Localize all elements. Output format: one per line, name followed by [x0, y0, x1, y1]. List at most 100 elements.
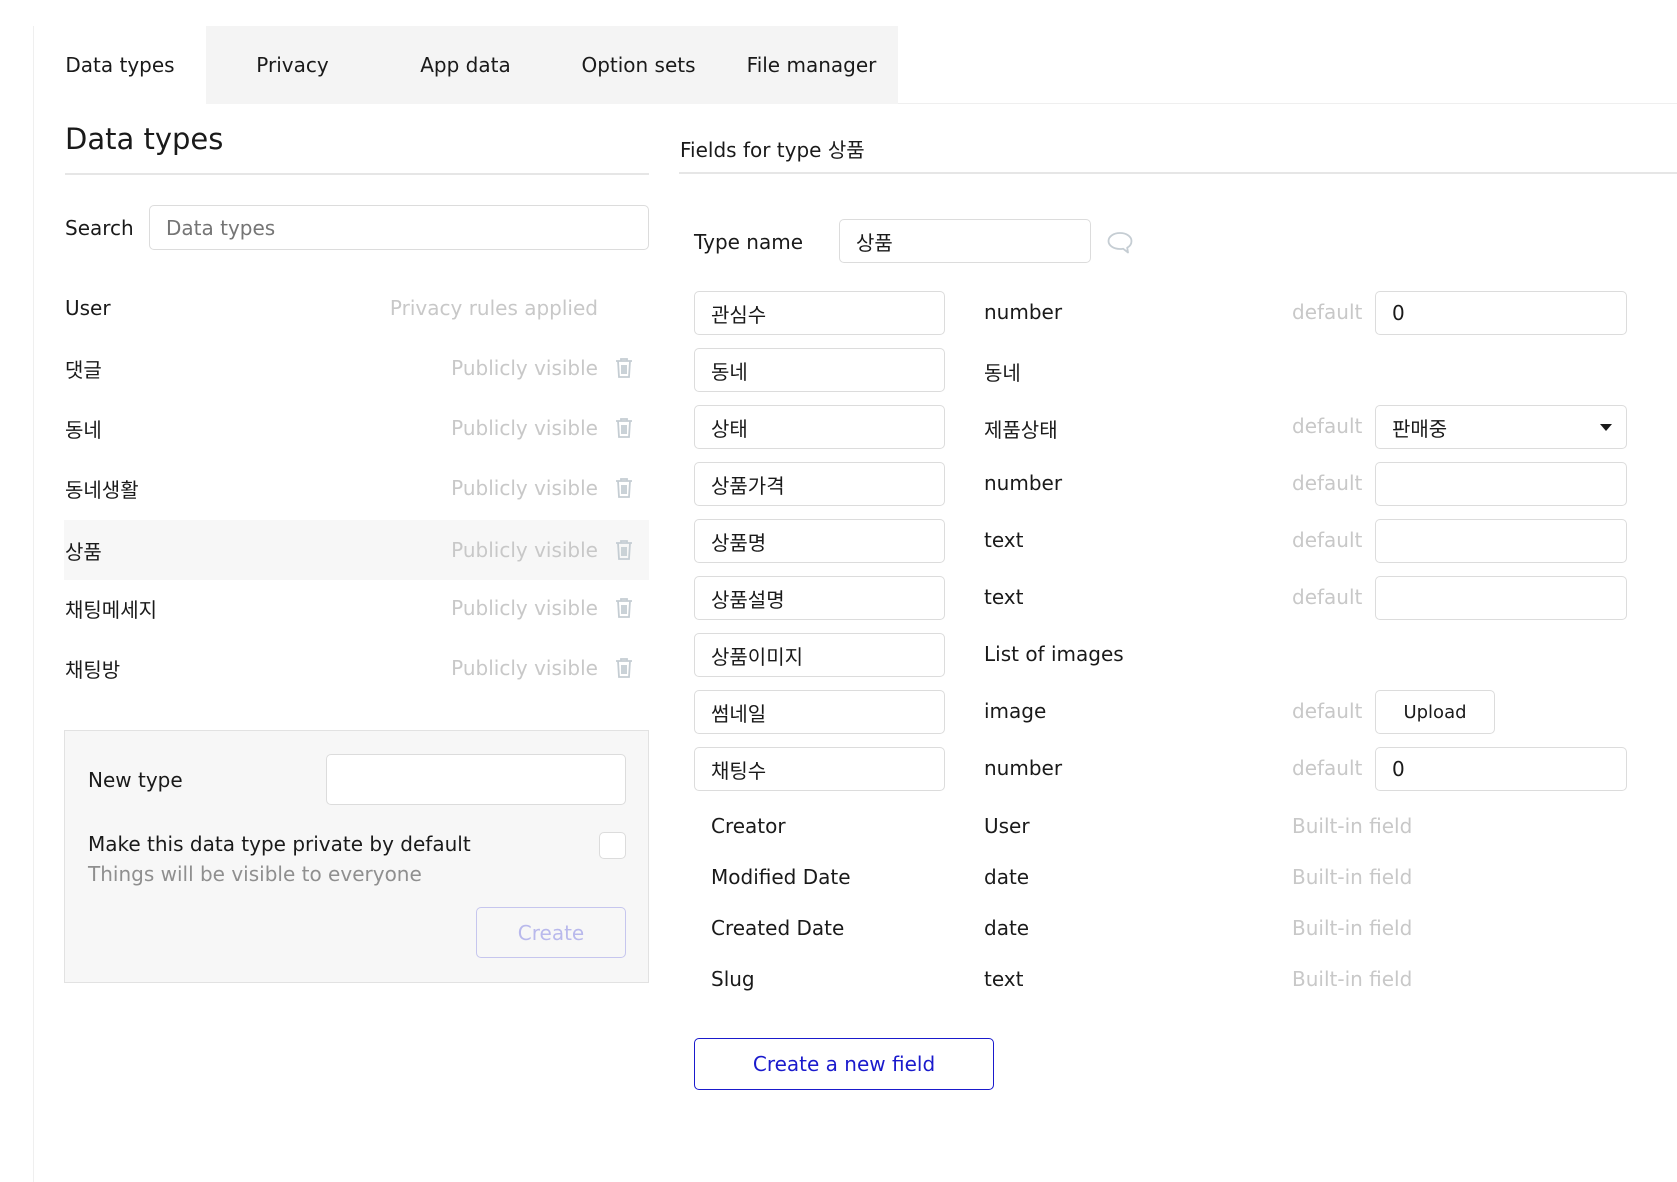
- panel-border: [33, 26, 34, 1182]
- private-default-checkbox[interactable]: [599, 832, 626, 859]
- default-label: default: [1292, 414, 1363, 438]
- field-type: image: [984, 699, 1047, 723]
- data-type-row-selected[interactable]: 상품 Publicly visible: [64, 520, 649, 580]
- field-name-input[interactable]: 상품가격: [694, 462, 945, 506]
- caret-down-icon: [1600, 424, 1612, 431]
- trash-icon[interactable]: [614, 597, 634, 619]
- builtin-field-name: Slug: [711, 967, 755, 991]
- private-default-label: Make this data type private by default: [88, 832, 471, 856]
- builtin-field-note: Built-in field: [1292, 967, 1413, 991]
- builtin-field-note: Built-in field: [1292, 814, 1413, 838]
- private-default-hint: Things will be visible to everyone: [88, 862, 422, 886]
- data-type-name: 상품: [65, 539, 102, 564]
- data-type-row[interactable]: 댓글 Publicly visible: [64, 338, 649, 398]
- data-type-row[interactable]: 동네 Publicly visible: [64, 398, 649, 458]
- new-type-input[interactable]: [326, 754, 626, 805]
- field-type: number: [984, 300, 1063, 324]
- title-divider: [65, 173, 649, 175]
- fields-title: Fields for type 상품: [680, 138, 865, 162]
- tab-label: Data types: [65, 53, 175, 77]
- builtin-field-type: User: [984, 814, 1030, 838]
- default-value-input[interactable]: 0: [1375, 747, 1627, 791]
- default-value-input[interactable]: [1375, 576, 1627, 620]
- data-type-row[interactable]: 채팅방 Publicly visible: [64, 638, 649, 698]
- builtin-field-type: date: [984, 916, 1030, 940]
- type-name-label: Type name: [694, 230, 804, 254]
- data-type-name: 동네생활: [65, 477, 139, 502]
- data-type-name: User: [65, 296, 111, 320]
- tab-option-sets[interactable]: Option sets: [552, 26, 725, 104]
- field-name: 썸네일: [711, 701, 767, 726]
- field-type: List of images: [984, 642, 1124, 666]
- fields-title-divider: [679, 172, 1677, 174]
- data-type-status: Publicly visible: [451, 416, 598, 440]
- data-type-status: Publicly visible: [451, 476, 598, 500]
- data-type-name: 채팅방: [65, 657, 121, 682]
- field-name-input[interactable]: 동네: [694, 348, 945, 392]
- tab-label: File manager: [746, 53, 877, 77]
- field-name: 채팅수: [711, 758, 767, 783]
- trash-icon[interactable]: [614, 417, 634, 439]
- data-type-status: Publicly visible: [451, 356, 598, 380]
- field-name-input[interactable]: 상품설명: [694, 576, 945, 620]
- tab-data-types[interactable]: Data types: [34, 26, 206, 104]
- field-name: 상품가격: [711, 473, 785, 498]
- default-label: default: [1292, 756, 1363, 780]
- default-value: 0: [1392, 301, 1405, 325]
- default-value-dropdown[interactable]: 판매중: [1375, 405, 1627, 449]
- tab-privacy[interactable]: Privacy: [206, 26, 379, 104]
- field-name: 상태: [711, 416, 748, 441]
- data-type-name: 채팅메세지: [65, 597, 157, 622]
- new-type-label: New type: [88, 768, 183, 792]
- default-label: default: [1292, 585, 1363, 609]
- builtin-field-note: Built-in field: [1292, 916, 1413, 940]
- trash-icon[interactable]: [614, 357, 634, 379]
- tabs-divider: [898, 103, 1677, 104]
- field-name: 상품이미지: [711, 644, 803, 669]
- default-label: default: [1292, 699, 1363, 723]
- tab-app-data[interactable]: App data: [379, 26, 552, 104]
- field-name: 상품명: [711, 530, 767, 555]
- field-type: text: [984, 528, 1024, 552]
- field-name-input[interactable]: 상품명: [694, 519, 945, 563]
- trash-icon[interactable]: [614, 539, 634, 561]
- field-type: text: [984, 585, 1024, 609]
- field-name-input[interactable]: 채팅수: [694, 747, 945, 791]
- tab-file-manager[interactable]: File manager: [725, 26, 898, 104]
- builtin-field-name: Creator: [711, 814, 786, 838]
- data-type-row[interactable]: 채팅메세지 Publicly visible: [64, 578, 649, 638]
- builtin-field-name: Modified Date: [711, 865, 851, 889]
- data-type-status: Publicly visible: [451, 538, 598, 562]
- default-label: default: [1292, 471, 1363, 495]
- field-name: 동네: [711, 359, 748, 384]
- field-name-input[interactable]: 상태: [694, 405, 945, 449]
- tab-label: Privacy: [256, 53, 329, 77]
- tab-label: Option sets: [581, 53, 696, 77]
- create-type-button[interactable]: Create: [476, 907, 626, 958]
- field-type: number: [984, 756, 1063, 780]
- trash-icon[interactable]: [614, 657, 634, 679]
- data-type-row-user[interactable]: User Privacy rules applied: [64, 278, 649, 338]
- upload-button[interactable]: Upload: [1375, 690, 1495, 734]
- field-name-input[interactable]: 상품이미지: [694, 633, 945, 677]
- data-type-name: 동네: [65, 417, 102, 442]
- create-new-field-button[interactable]: Create a new field: [694, 1038, 994, 1090]
- trash-icon[interactable]: [614, 477, 634, 499]
- data-type-name: 댓글: [65, 357, 102, 382]
- default-value-input[interactable]: 0: [1375, 291, 1627, 335]
- search-input[interactable]: [149, 205, 649, 250]
- builtin-field-note: Built-in field: [1292, 865, 1413, 889]
- field-type: 동네: [984, 361, 1021, 385]
- comment-icon[interactable]: [1106, 230, 1134, 256]
- search-label: Search: [65, 216, 134, 240]
- field-name-input[interactable]: 관심수: [694, 291, 945, 335]
- builtin-field-type: date: [984, 865, 1030, 889]
- builtin-field-type: text: [984, 967, 1024, 991]
- default-value-input[interactable]: [1375, 519, 1627, 563]
- field-name: 관심수: [711, 302, 767, 327]
- field-name-input[interactable]: 썸네일: [694, 690, 945, 734]
- data-type-row[interactable]: 동네생활 Publicly visible: [64, 458, 649, 518]
- type-name-input[interactable]: 상품: [839, 219, 1091, 263]
- default-value: 판매중: [1392, 416, 1448, 441]
- default-value-input[interactable]: [1375, 462, 1627, 506]
